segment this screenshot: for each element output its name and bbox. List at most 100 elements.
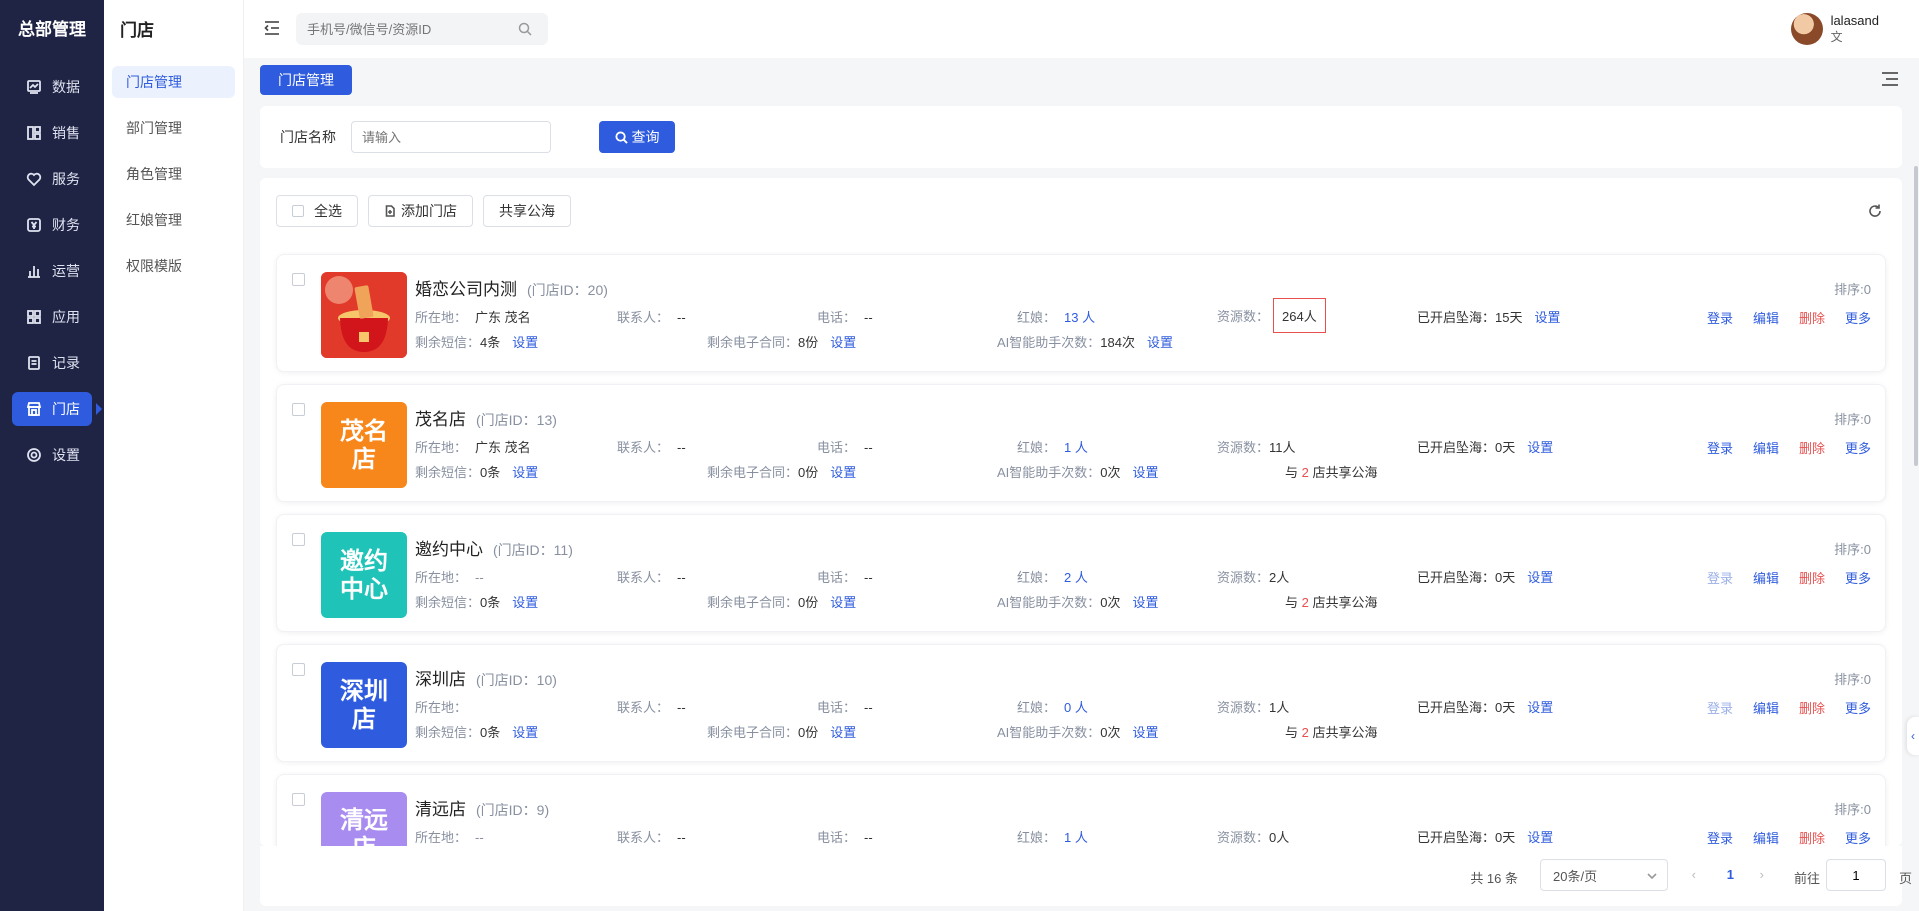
store-logo: 深圳店 [321, 662, 407, 748]
refresh-icon[interactable] [1866, 202, 1884, 220]
prev-page-button[interactable]: ‹ [1692, 867, 1696, 882]
delete-button[interactable]: 删除 [1799, 568, 1825, 587]
store-resources: 资源数： 264人 [1217, 298, 1326, 333]
submenu-item-department-management[interactable]: 部门管理 [112, 112, 235, 144]
store-checkbox[interactable] [292, 273, 305, 286]
login-button[interactable]: 登录 [1707, 828, 1733, 846]
login-button[interactable]: 登录 [1707, 568, 1733, 587]
submenu-item-role-management[interactable]: 角色管理 [112, 158, 235, 190]
user-profile[interactable]: lalasand 文 [1790, 12, 1879, 46]
submenu-item-permission-template[interactable]: 权限模版 [112, 250, 235, 282]
sidebar-item-service[interactable]: 服务 [12, 162, 92, 196]
sms-set-link[interactable]: 设置 [512, 595, 538, 610]
submenu-item-store-management[interactable]: 门店管理 [112, 66, 235, 98]
more-button[interactable]: 更多 [1845, 698, 1871, 717]
ai-set-link[interactable]: 设置 [1133, 595, 1159, 610]
ai-set-link[interactable]: 设置 [1133, 725, 1159, 740]
menu-icon[interactable] [1879, 68, 1901, 90]
contracts-set-link[interactable]: 设置 [830, 595, 856, 610]
login-button[interactable]: 登录 [1707, 698, 1733, 717]
store-pool-open: 已开启坠海：15天 设置 [1417, 310, 1561, 325]
more-button[interactable]: 更多 [1845, 308, 1871, 327]
next-page-button[interactable]: › [1760, 867, 1764, 882]
global-search-input[interactable] [296, 13, 548, 45]
contracts-set-link[interactable]: 设置 [830, 725, 856, 740]
goto-page-input[interactable] [1826, 859, 1886, 891]
login-button[interactable]: 登录 [1707, 438, 1733, 457]
avatar[interactable] [1790, 13, 1823, 45]
sidebar-item-sales[interactable]: 销售 [12, 116, 92, 150]
yen-icon [26, 217, 42, 233]
sms-set-link[interactable]: 设置 [512, 725, 538, 740]
store-name-input[interactable] [351, 121, 551, 153]
more-button[interactable]: 更多 [1845, 568, 1871, 587]
sidebar-item-apps[interactable]: 应用 [12, 300, 92, 334]
search-icon[interactable] [518, 22, 532, 36]
sms-set-link[interactable]: 设置 [512, 465, 538, 480]
login-button[interactable]: 登录 [1707, 308, 1733, 327]
edit-button[interactable]: 编辑 [1753, 828, 1779, 846]
contracts-set-link[interactable]: 设置 [830, 335, 856, 350]
store-name: 婚恋公司内测 (门店ID：20) [415, 280, 608, 299]
add-store-button[interactable]: 添加门店 [368, 195, 473, 227]
page-size-select[interactable]: 20条/页 [1540, 859, 1668, 891]
more-button[interactable]: 更多 [1845, 828, 1871, 846]
sidebar-item-label: 销售 [52, 125, 80, 141]
edit-button[interactable]: 编辑 [1753, 308, 1779, 327]
store-checkbox[interactable] [292, 663, 305, 676]
store-resources: 资源数：0人 [1217, 830, 1290, 845]
edit-button[interactable]: 编辑 [1753, 698, 1779, 717]
contracts-set-link[interactable]: 设置 [830, 465, 856, 480]
sidebar-item-finance[interactable]: 财务 [12, 208, 92, 242]
chevron-left-icon: ‹ [1911, 729, 1915, 743]
delete-button[interactable]: 删除 [1799, 308, 1825, 327]
more-button[interactable]: 更多 [1845, 438, 1871, 457]
shared-pool-button[interactable]: 共享公海 [483, 195, 571, 227]
query-button-label: 查询 [631, 129, 660, 145]
sidebar-item-store[interactable]: 门店 [12, 392, 102, 426]
store-matchmaker: 红娘： 2 人 [1017, 570, 1088, 585]
delete-button[interactable]: 删除 [1799, 828, 1825, 846]
store-checkbox[interactable] [292, 793, 305, 806]
store-shared-pool: 与 2 店共享公海 [1285, 725, 1378, 740]
delete-button[interactable]: 删除 [1799, 438, 1825, 457]
store-resources: 资源数：11人 [1217, 440, 1296, 455]
store-checkbox[interactable] [292, 403, 305, 416]
scrollbar[interactable] [1913, 58, 1919, 911]
file-add-icon [385, 205, 395, 217]
highlighted-resource-count: 264人 [1273, 298, 1326, 333]
sms-set-link[interactable]: 设置 [512, 335, 538, 350]
store-shared-pool: 与 2 店共享公海 [1285, 465, 1378, 480]
pool-set-link[interactable]: 设置 [1527, 830, 1553, 845]
store-sms: 剩余短信：0条 设置 [415, 725, 539, 740]
edit-button[interactable]: 编辑 [1753, 438, 1779, 457]
page-number-current[interactable]: 1 [1727, 867, 1734, 882]
store-checkbox[interactable] [292, 533, 305, 546]
store-id: (门店ID：11) [493, 542, 573, 558]
edit-button[interactable]: 编辑 [1753, 568, 1779, 587]
store-actions: 登录 编辑 删除 更多 [1687, 828, 1871, 846]
ai-set-link[interactable]: 设置 [1147, 335, 1173, 350]
submenu-item-matchmaker-management[interactable]: 红娘管理 [112, 204, 235, 236]
delete-button[interactable]: 删除 [1799, 698, 1825, 717]
ai-set-link[interactable]: 设置 [1133, 465, 1159, 480]
sidebar-item-operation[interactable]: 运营 [12, 254, 92, 288]
store-matchmaker: 红娘： 13 人 [1017, 310, 1096, 325]
sidebar-item-data[interactable]: 数据 [12, 70, 92, 104]
pool-set-link[interactable]: 设置 [1527, 570, 1553, 585]
sidebar-item-settings[interactable]: 设置 [12, 438, 92, 472]
pool-set-link[interactable]: 设置 [1527, 700, 1553, 715]
store-id: (门店ID：20) [527, 282, 608, 298]
sidebar-item-records[interactable]: 记录 [12, 346, 92, 380]
pool-set-link[interactable]: 设置 [1527, 440, 1553, 455]
store-pool-open: 已开启坠海：0天 设置 [1417, 440, 1554, 455]
collapse-menu-icon[interactable] [262, 18, 282, 38]
pool-set-link[interactable]: 设置 [1534, 310, 1560, 325]
side-drawer-toggle[interactable]: ‹ [1907, 717, 1919, 755]
query-button[interactable]: 查询 [599, 121, 675, 153]
select-all-label: 全选 [314, 203, 342, 219]
select-all-button[interactable]: 全选 [276, 195, 358, 227]
tab-store-management[interactable]: 门店管理 [260, 65, 352, 95]
store-location: 所在地： [415, 700, 468, 715]
scrollbar-thumb[interactable] [1914, 166, 1918, 466]
